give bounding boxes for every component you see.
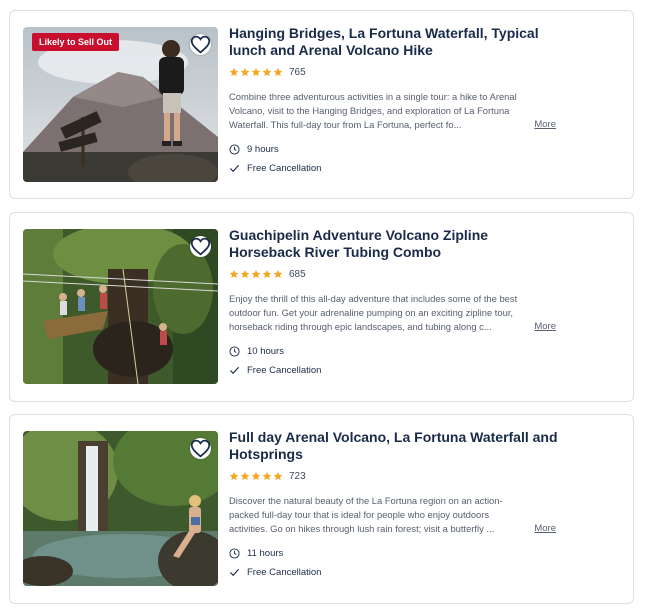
duration-text: 11 hours bbox=[247, 547, 284, 559]
star-icon bbox=[262, 67, 272, 77]
zipline-canyon-photo bbox=[23, 229, 218, 384]
tour-list: Likely to Sell Out Hanging Bridges, La F… bbox=[0, 0, 650, 613]
star-icon bbox=[273, 471, 283, 481]
tour-card[interactable]: Guachipelin Adventure Volcano Zipline Ho… bbox=[9, 212, 634, 402]
check-icon bbox=[229, 366, 240, 374]
star-icon bbox=[229, 471, 239, 481]
cancellation-row: Free Cancellation bbox=[229, 363, 559, 377]
more-link[interactable]: More bbox=[530, 320, 556, 334]
cancellation-row: Free Cancellation bbox=[229, 161, 559, 175]
tour-description: Discover the natural beauty of the La Fo… bbox=[229, 495, 503, 534]
likely-to-sell-out-badge: Likely to Sell Out bbox=[32, 33, 120, 51]
check-icon bbox=[229, 164, 240, 172]
tour-info: Guachipelin Adventure Volcano Zipline Ho… bbox=[229, 227, 559, 377]
wishlist-button[interactable] bbox=[190, 236, 211, 257]
duration-text: 9 hours bbox=[247, 143, 279, 155]
tour-card[interactable]: Full day Arenal Volcano, La Fortuna Wate… bbox=[9, 414, 634, 604]
description-block: Combine three adventurous activities in … bbox=[229, 90, 559, 132]
rating-row: 723 bbox=[229, 469, 559, 483]
tour-image[interactable] bbox=[23, 431, 218, 586]
review-count: 723 bbox=[289, 470, 306, 482]
more-link[interactable]: More bbox=[530, 522, 556, 536]
more-link[interactable]: More bbox=[530, 118, 556, 132]
rating-row: 685 bbox=[229, 267, 559, 281]
check-icon bbox=[229, 568, 240, 576]
tour-title[interactable]: Hanging Bridges, La Fortuna Waterfall, T… bbox=[229, 25, 559, 59]
clock-icon bbox=[229, 547, 240, 559]
heart-icon bbox=[190, 237, 211, 256]
star-icon bbox=[251, 269, 261, 279]
tour-description: Combine three adventurous activities in … bbox=[229, 91, 517, 130]
duration-text: 10 hours bbox=[247, 345, 284, 357]
tour-image[interactable]: Likely to Sell Out bbox=[23, 27, 218, 182]
wishlist-button[interactable] bbox=[190, 438, 211, 459]
waterfall-photo bbox=[23, 431, 218, 586]
star-rating bbox=[229, 269, 283, 279]
tour-image[interactable] bbox=[23, 229, 218, 384]
star-icon bbox=[273, 269, 283, 279]
tour-info: Full day Arenal Volcano, La Fortuna Wate… bbox=[229, 429, 559, 579]
cancellation-text: Free Cancellation bbox=[247, 364, 322, 376]
review-count: 685 bbox=[289, 268, 306, 280]
cancellation-row: Free Cancellation bbox=[229, 565, 559, 579]
star-icon bbox=[251, 471, 261, 481]
star-icon bbox=[240, 67, 250, 77]
star-icon bbox=[240, 471, 250, 481]
review-count: 765 bbox=[289, 66, 306, 78]
star-icon bbox=[262, 269, 272, 279]
tour-description: Enjoy the thrill of this all-day adventu… bbox=[229, 293, 518, 332]
heart-icon bbox=[190, 35, 211, 54]
star-icon bbox=[229, 67, 239, 77]
star-rating bbox=[229, 471, 283, 481]
tour-title[interactable]: Guachipelin Adventure Volcano Zipline Ho… bbox=[229, 227, 559, 261]
tour-card[interactable]: Likely to Sell Out Hanging Bridges, La F… bbox=[9, 10, 634, 199]
star-icon bbox=[240, 269, 250, 279]
clock-icon bbox=[229, 143, 240, 155]
description-block: Enjoy the thrill of this all-day adventu… bbox=[229, 292, 559, 334]
clock-icon bbox=[229, 345, 240, 357]
star-icon bbox=[262, 471, 272, 481]
duration-row: 9 hours bbox=[229, 142, 559, 156]
star-icon bbox=[251, 67, 261, 77]
heart-icon bbox=[190, 439, 211, 458]
star-rating bbox=[229, 67, 283, 77]
tour-info: Hanging Bridges, La Fortuna Waterfall, T… bbox=[229, 25, 559, 175]
tour-title[interactable]: Full day Arenal Volcano, La Fortuna Wate… bbox=[229, 429, 559, 463]
description-block: Discover the natural beauty of the La Fo… bbox=[229, 494, 559, 536]
star-icon bbox=[229, 269, 239, 279]
duration-row: 11 hours bbox=[229, 546, 559, 560]
cancellation-text: Free Cancellation bbox=[247, 566, 322, 578]
wishlist-button[interactable] bbox=[190, 34, 211, 55]
cancellation-text: Free Cancellation bbox=[247, 162, 322, 174]
duration-row: 10 hours bbox=[229, 344, 559, 358]
star-icon bbox=[273, 67, 283, 77]
rating-row: 765 bbox=[229, 65, 559, 79]
